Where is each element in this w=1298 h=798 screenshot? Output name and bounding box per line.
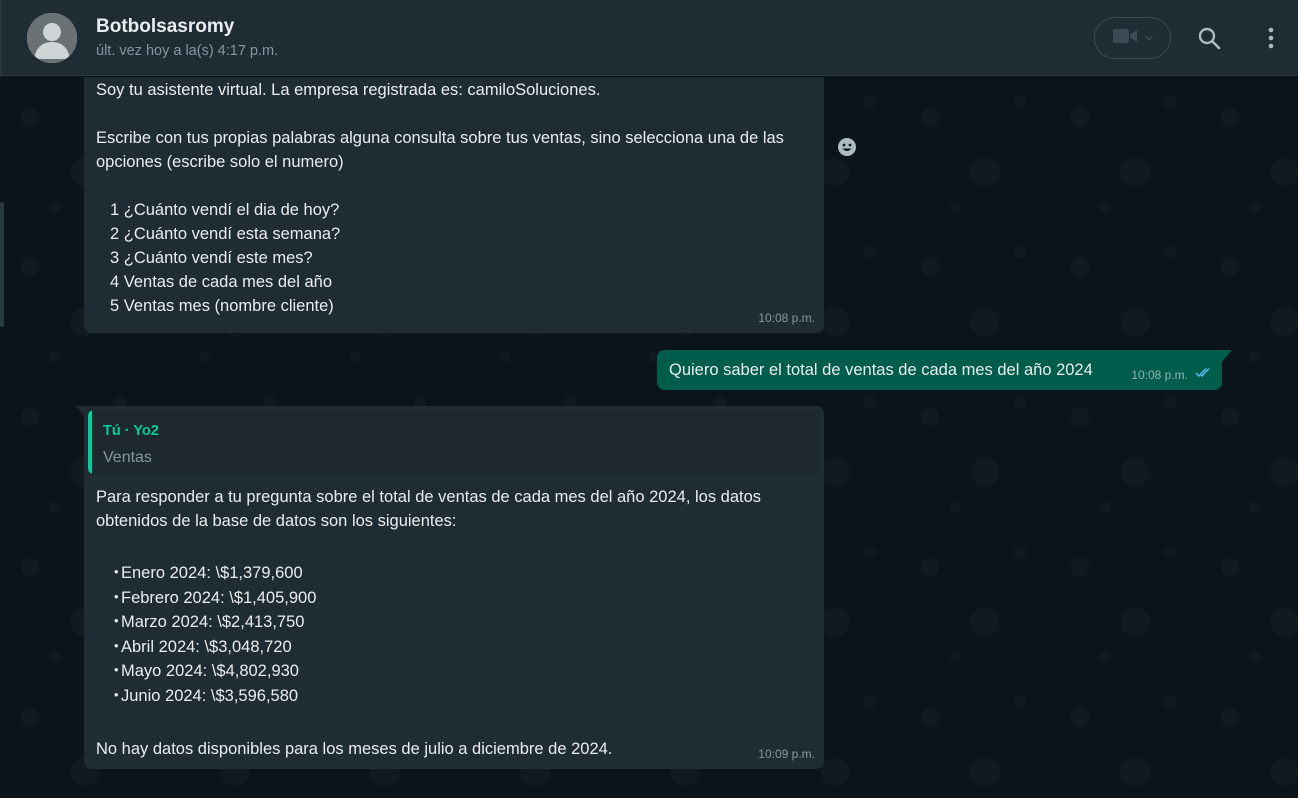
quoted-message[interactable]: Tú · Yo2 Ventas bbox=[88, 410, 820, 474]
list-item-text: Marzo 2024: \$2,413,750 bbox=[121, 613, 305, 632]
incoming-message-answer[interactable]: Tú · Yo2 Ventas Para responder a tu preg… bbox=[84, 406, 824, 769]
bullet-icon: ・ bbox=[108, 613, 125, 632]
message-line bbox=[96, 174, 811, 198]
chevron-down-icon bbox=[1144, 29, 1154, 47]
list-item: ・Mayo 2024: \$4,802,930 bbox=[96, 659, 811, 684]
quote-author: Tú · Yo2 bbox=[103, 423, 159, 439]
incoming-message-welcome[interactable]: Soy tu asistente virtual. La empresa reg… bbox=[84, 77, 824, 333]
message-time: 10:08 p.m. bbox=[758, 311, 815, 325]
list-item: ・Junio 2024: \$3,596,580 bbox=[96, 684, 811, 709]
sales-list: ・Enero 2024: \$1,379,600 ・Febrero 2024: … bbox=[96, 561, 811, 709]
chat-header: Botbolsasromy últ. vez hoy a la(s) 4:17 … bbox=[0, 0, 1298, 76]
scrollbar[interactable] bbox=[0, 202, 4, 327]
bullet-icon: ・ bbox=[108, 564, 125, 582]
message-text: Para responder a tu pregunta sobre el to… bbox=[96, 485, 811, 761]
list-item-text: Enero 2024: \$1,379,600 bbox=[121, 564, 303, 582]
list-item-text: Mayo 2024: \$4,802,930 bbox=[121, 662, 299, 681]
menu-option: 1 ¿Cuánto vendí el dia de hoy? bbox=[110, 201, 340, 219]
menu-option: 5 Ventas mes (nombre cliente) bbox=[110, 297, 334, 315]
bubble-tail bbox=[1222, 350, 1232, 362]
message-intro: Para responder a tu pregunta sobre el to… bbox=[96, 488, 762, 530]
menu-button[interactable] bbox=[1255, 22, 1287, 54]
menu-option: 2 ¿Cuánto vendí esta semana? bbox=[110, 225, 341, 243]
list-item: ・Marzo 2024: \$2,413,750 bbox=[96, 610, 811, 635]
video-call-button[interactable] bbox=[1094, 17, 1171, 59]
message-text: Soy tu asistente virtual. La empresa reg… bbox=[96, 78, 811, 318]
reaction-button[interactable] bbox=[832, 132, 862, 162]
default-avatar-icon bbox=[27, 13, 77, 63]
list-item-text: Febrero 2024: \$1,405,900 bbox=[121, 588, 317, 607]
last-seen-status: últ. vez hoy a la(s) 4:17 p.m. bbox=[96, 43, 279, 59]
list-item-text: Abril 2024: \$3,048,720 bbox=[121, 637, 292, 656]
menu-option: 3 ¿Cuánto vendí este mes? bbox=[110, 249, 313, 267]
message-time: 10:09 p.m. bbox=[758, 747, 815, 761]
quote-accent-bar bbox=[88, 410, 92, 474]
message-line: Soy tu asistente virtual. La empresa reg… bbox=[96, 81, 601, 99]
message-line bbox=[96, 102, 811, 126]
bullet-icon: ・ bbox=[108, 686, 125, 705]
outgoing-message[interactable]: Quiero saber el total de ventas de cada … bbox=[657, 350, 1222, 390]
chat-area[interactable]: Soy tu asistente virtual. La empresa reg… bbox=[0, 77, 1298, 798]
message-time: 10:08 p.m. bbox=[1131, 368, 1188, 382]
avatar[interactable] bbox=[27, 13, 77, 63]
search-button[interactable] bbox=[1193, 22, 1225, 54]
quote-text: Ventas bbox=[103, 449, 152, 466]
list-item: ・Febrero 2024: \$1,405,900 bbox=[96, 586, 811, 611]
message-text: Quiero saber el total de ventas de cada … bbox=[669, 361, 1093, 379]
search-icon bbox=[1198, 27, 1221, 50]
bullet-icon: ・ bbox=[108, 637, 125, 656]
bullet-icon: ・ bbox=[108, 662, 125, 681]
list-item: ・Abril 2024: \$3,048,720 bbox=[96, 635, 811, 660]
list-item: ・Enero 2024: \$1,379,600 bbox=[96, 561, 811, 586]
read-ticks-icon bbox=[1195, 361, 1213, 385]
message-outro: No hay datos disponibles para los meses … bbox=[96, 739, 613, 758]
bullet-icon: ・ bbox=[108, 588, 125, 607]
list-item-text: Junio 2024: \$3,596,580 bbox=[121, 686, 299, 705]
menu-option: 4 Ventas de cada mes del año bbox=[110, 273, 332, 291]
message-line: Escribe con tus propias palabras alguna … bbox=[96, 129, 784, 171]
menu-icon bbox=[1268, 27, 1274, 49]
video-call-icon bbox=[1112, 27, 1138, 50]
contact-name[interactable]: Botbolsasromy bbox=[96, 16, 234, 38]
emoji-smiley-icon bbox=[838, 138, 856, 156]
